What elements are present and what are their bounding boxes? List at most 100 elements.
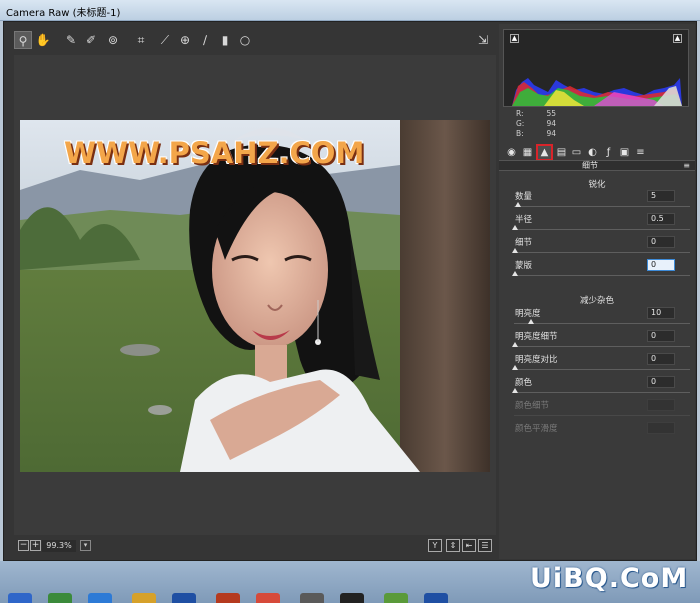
app-icon-4[interactable]	[384, 593, 408, 603]
section-header: 细节 ≡	[499, 160, 695, 171]
detail-label: 细节	[515, 238, 533, 248]
export-icon[interactable]: ⇲	[474, 31, 492, 49]
site-watermark: UiBQ.CoM	[530, 563, 689, 594]
amount-field[interactable]: 5	[647, 190, 675, 202]
hsl-icon[interactable]: ▤	[555, 146, 568, 159]
amount-label: 数量	[515, 192, 533, 202]
menu-icon[interactable]: ≡	[683, 161, 690, 171]
effects-icon[interactable]: ƒ	[602, 146, 615, 159]
masking-slider[interactable]	[514, 275, 690, 276]
swap-settings-icon[interactable]: ⇕	[446, 539, 460, 552]
amount-slider-thumb[interactable]	[515, 202, 521, 207]
luminance-detail-label: 明亮度细节	[515, 332, 558, 342]
zoom-icon[interactable]: ⚲	[14, 31, 32, 49]
amount-slider[interactable]	[514, 206, 690, 207]
radial-filter-icon[interactable]: ○	[236, 31, 254, 49]
detail-slider-thumb[interactable]	[512, 248, 518, 253]
target-adjust-icon[interactable]: ⊚	[104, 31, 122, 49]
radius-slider-thumb[interactable]	[512, 225, 518, 230]
color-smoothness-field	[647, 422, 675, 434]
rgb-row-g: G: 94	[516, 119, 556, 128]
masking-label: 蒙版	[515, 261, 533, 271]
lens-icon[interactable]: ◐	[586, 146, 599, 159]
detail-icon[interactable]: ▲	[536, 144, 553, 161]
basic-icon[interactable]: ◉	[505, 146, 518, 159]
luminance-contrast-label: 明亮度对比	[515, 355, 558, 365]
chrome-icon[interactable]	[256, 593, 280, 603]
before-after-y-button[interactable]: Y	[428, 539, 442, 552]
masking-slider-thumb[interactable]	[512, 271, 518, 276]
sharpen-heading: 锐化	[588, 180, 606, 190]
preview-preferences-icon[interactable]: ☰	[478, 539, 492, 552]
red-eye-icon[interactable]: ⊕	[176, 31, 194, 49]
color-label: 颜色	[515, 378, 533, 388]
luminance-contrast-slider[interactable]	[514, 369, 690, 370]
crop-icon[interactable]: ⌗	[132, 31, 150, 49]
color-field[interactable]: 0	[647, 376, 675, 388]
title-bar: Camera Raw (未标题-1)	[0, 0, 700, 21]
color-detail-field	[647, 399, 675, 411]
color-slider[interactable]	[514, 392, 690, 393]
window-title: Camera Raw (未标题-1)	[6, 8, 121, 19]
right-panel: ▲ ▲ R: 55 G: 94 B: 94 ◉ ▦ ▲ ▤ ▭ ◐ ƒ ▣ ≡ …	[499, 24, 695, 559]
copy-settings-icon[interactable]: ⇤	[462, 539, 476, 552]
folder-icon[interactable]	[132, 593, 156, 603]
image-preview-area: WWW.PSAHZ.COM	[14, 55, 496, 535]
luminance-slider[interactable]	[514, 323, 690, 324]
zoom-out-button[interactable]: −	[18, 540, 29, 551]
app-icon-3[interactable]	[340, 593, 364, 603]
split-toning-icon[interactable]: ▭	[570, 146, 583, 159]
luminance-field[interactable]: 10	[647, 307, 675, 319]
chevron-down-icon[interactable]: ▾	[80, 540, 91, 551]
luminance-detail-field[interactable]: 0	[647, 330, 675, 342]
graduated-filter-icon[interactable]: ▮	[216, 31, 234, 49]
histogram-graph	[512, 78, 682, 106]
toolbar: ⚲ ✋ ✎ ✐ ⊚ ⌗ ⟋ ⊕ ∕ ▮ ○	[14, 31, 494, 51]
photoshop-icon[interactable]	[172, 593, 196, 603]
masking-field[interactable]: 0	[647, 259, 675, 271]
luminance-label: 明亮度	[515, 309, 541, 319]
radius-slider[interactable]	[514, 229, 690, 230]
luminance-detail-slider-thumb[interactable]	[512, 342, 518, 347]
camera-calibration-icon[interactable]: ▣	[618, 146, 631, 159]
color-slider-thumb[interactable]	[512, 388, 518, 393]
rgb-readout: R: 55 G: 94 B: 94	[516, 109, 556, 139]
photoshop-active-icon[interactable]	[424, 593, 448, 603]
luminance-detail-slider[interactable]	[514, 346, 690, 347]
detail-slider[interactable]	[514, 252, 690, 253]
start-icon[interactable]	[8, 593, 32, 603]
brush-icon[interactable]: ∕	[196, 31, 214, 49]
histogram: ▲ ▲	[503, 29, 689, 107]
tone-curve-icon[interactable]: ▦	[521, 146, 534, 159]
app-icon[interactable]	[48, 593, 72, 603]
luminance-contrast-slider-thumb[interactable]	[512, 365, 518, 370]
luminance-contrast-field[interactable]: 0	[647, 353, 675, 365]
color-sampler-icon[interactable]: ✐	[82, 31, 100, 49]
color-smoothness-label: 颜色平滑度	[515, 424, 558, 434]
white-balance-icon[interactable]: ✎	[62, 31, 80, 49]
luminance-slider-thumb[interactable]	[528, 319, 534, 324]
presets-icon[interactable]: ≡	[634, 146, 647, 159]
watermark-text: WWW.PSAHZ.COM	[64, 136, 365, 170]
color-detail-slider	[514, 415, 690, 416]
detail-field[interactable]: 0	[647, 236, 675, 248]
hand-icon[interactable]: ✋	[34, 31, 52, 49]
zoom-in-button[interactable]: +	[30, 540, 41, 551]
zoom-bar: − + 99.3% ▾ Y ⇕ ⇤ ☰	[14, 538, 496, 554]
browser-icon[interactable]	[88, 593, 112, 603]
portrait-image	[20, 120, 490, 472]
radius-label: 半径	[515, 215, 533, 225]
rgb-row-b: B: 94	[516, 129, 556, 138]
panel-tabs: ◉ ▦ ▲ ▤ ▭ ◐ ƒ ▣ ≡	[503, 144, 689, 161]
radius-field[interactable]: 0.5	[647, 213, 675, 225]
preview-photo: WWW.PSAHZ.COM	[20, 120, 490, 472]
app-icon-2[interactable]	[300, 593, 324, 603]
rgb-row-r: R: 55	[516, 109, 556, 118]
zoom-level[interactable]: 99.3%	[42, 540, 76, 552]
illustrator-icon[interactable]	[216, 593, 240, 603]
straighten-icon[interactable]: ⟋	[156, 31, 174, 49]
camera-raw-window: ⚲ ✋ ✎ ✐ ⊚ ⌗ ⟋ ⊕ ∕ ▮ ○ ⇲ WWW.PSAHZ.COM − …	[3, 21, 697, 561]
noise-reduction-heading: 减少杂色	[579, 296, 614, 306]
color-detail-label: 颜色细节	[515, 401, 550, 411]
section-title: 细节	[582, 161, 598, 170]
